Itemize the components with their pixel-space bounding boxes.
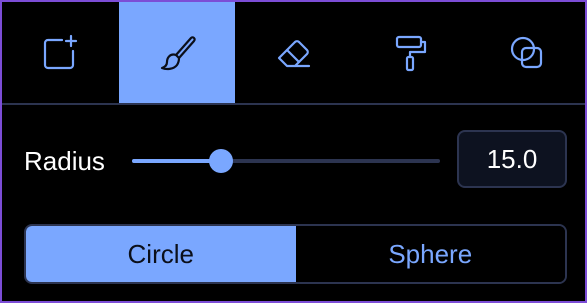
tool-brush[interactable] — [118, 2, 236, 103]
shape-option-sphere[interactable]: Sphere — [295, 226, 565, 282]
radius-slider[interactable] — [132, 149, 440, 173]
radius-value-input[interactable]: 15.0 — [457, 130, 567, 188]
add-layer-icon — [44, 34, 78, 69]
tool-toolbar — [2, 2, 585, 105]
tool-intersect[interactable] — [468, 2, 585, 103]
radius-label: Radius — [24, 146, 105, 176]
radius-slider-fill — [132, 159, 222, 163]
radius-row: Radius 15.0 — [2, 105, 585, 215]
intersect-icon — [510, 36, 542, 68]
shape-toggle: Circle Sphere — [24, 224, 567, 284]
radius-slider-thumb[interactable] — [209, 149, 234, 173]
eraser-icon — [278, 39, 311, 67]
shape-option-circle[interactable]: Circle — [26, 226, 296, 282]
paint-roller-icon — [395, 35, 427, 71]
tool-paint-roller[interactable] — [352, 2, 469, 103]
tool-add-layer[interactable] — [2, 2, 119, 103]
tool-eraser[interactable] — [235, 2, 352, 103]
brush-settings-panel: Radius 15.0 Circle Sphere — [0, 0, 587, 303]
brush-icon — [160, 35, 196, 70]
